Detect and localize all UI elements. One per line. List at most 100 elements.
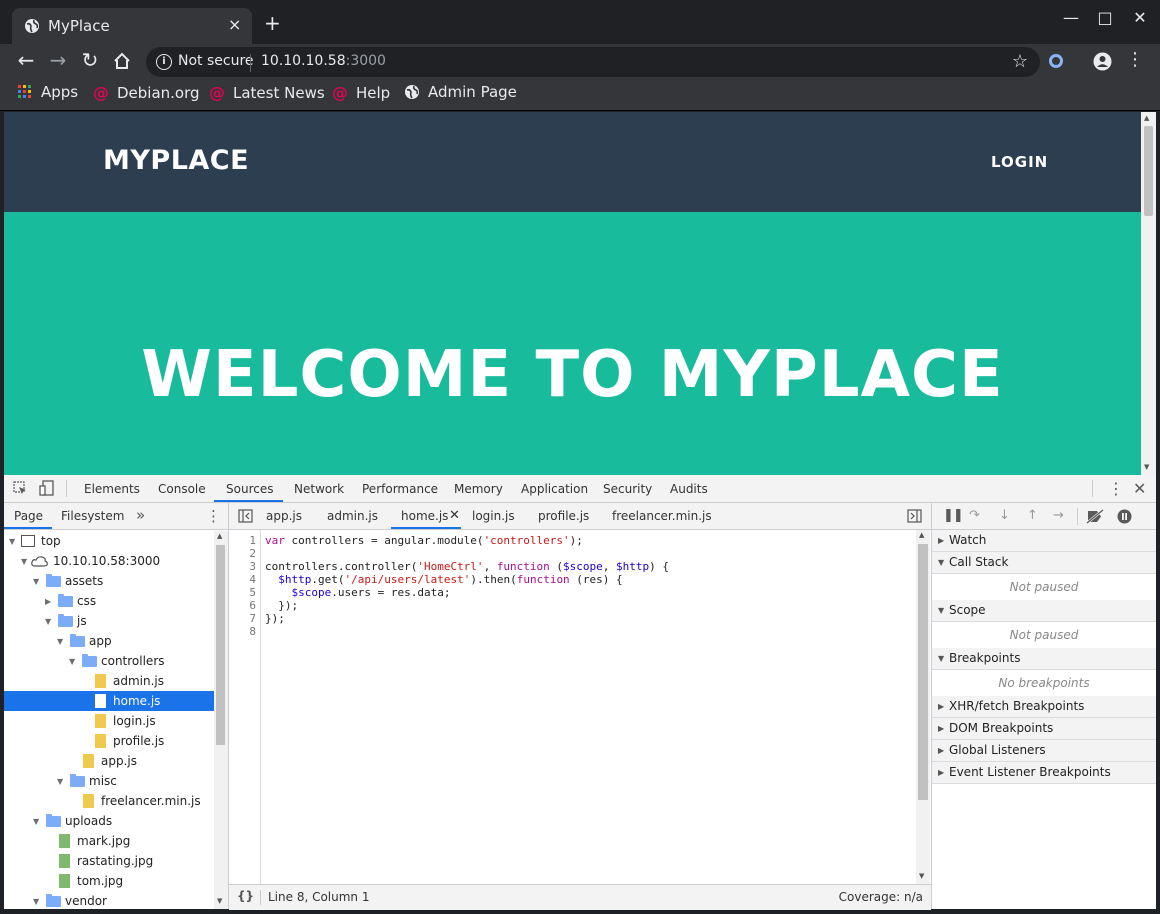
close-tab-icon[interactable]: ✕ (449, 508, 460, 523)
scroll-up-icon[interactable]: ▲ (1144, 114, 1149, 122)
tree-item-misc[interactable]: ▼ misc (4, 771, 214, 791)
bookmark-admin-page[interactable]: Admin Page (404, 83, 517, 101)
tab-security[interactable]: Security (603, 482, 652, 496)
tree-item-uploads[interactable]: ▼ uploads (4, 811, 214, 831)
bookmark-latest-news[interactable]: @ Latest News (209, 83, 325, 102)
more-tabs-icon[interactable]: » (136, 506, 145, 524)
new-tab-button[interactable]: + (264, 13, 281, 33)
step-into-icon[interactable]: ↓ (999, 508, 1010, 523)
section-breakpoints[interactable]: ▼ Breakpoints (932, 648, 1156, 670)
navigator-menu-icon[interactable]: ⋮ (206, 507, 221, 525)
close-window-icon[interactable]: ✕ (1125, 8, 1155, 27)
tab-elements[interactable]: Elements (84, 482, 140, 496)
editor-scroll-thumb[interactable] (918, 544, 928, 800)
tree-item-rastating-jpg[interactable]: rastating.jpg (4, 851, 214, 871)
editor-scrollbar[interactable]: ▲ ▼ (916, 530, 930, 884)
tree-item-assets[interactable]: ▼ assets (4, 571, 214, 591)
tree-item-vendor[interactable]: ▼ vendor (4, 891, 214, 909)
kebab-menu-icon[interactable]: ⋮ (1122, 49, 1148, 73)
scroll-down-icon[interactable]: ▼ (217, 897, 222, 905)
section-xhr-breakpoints[interactable]: ▶ XHR/fetch Breakpoints (932, 696, 1156, 718)
home-icon[interactable] (113, 52, 131, 70)
editor-tab-home-js[interactable]: home.js (401, 509, 448, 523)
tab-console[interactable]: Console (158, 482, 206, 496)
tab-audits[interactable]: Audits (670, 482, 708, 496)
step-out-icon[interactable]: ↑ (1027, 508, 1038, 523)
bookmark-debian[interactable]: @ Debian.org (93, 83, 200, 102)
profile-avatar-icon[interactable] (1093, 52, 1112, 71)
devtools-menu-icon[interactable]: ⋮ (1108, 479, 1124, 498)
editor-tab-freelancer-js[interactable]: freelancer.min.js (612, 509, 712, 523)
section-call-stack[interactable]: ▼ Call Stack (932, 552, 1156, 574)
url-text[interactable]: 10.10.10.58:3000 (261, 53, 386, 69)
scroll-up-icon[interactable]: ▲ (217, 532, 222, 540)
editor-tab-profile-js[interactable]: profile.js (538, 509, 589, 523)
extension-icon[interactable] (1047, 52, 1065, 70)
nav-tab-filesystem[interactable]: Filesystem (61, 509, 124, 523)
tab-memory[interactable]: Memory (454, 482, 503, 496)
tab-close-icon[interactable]: × (228, 15, 241, 34)
tab-performance[interactable]: Performance (362, 482, 438, 496)
inspect-element-icon[interactable] (13, 481, 28, 496)
navigator-scroll-thumb[interactable] (216, 545, 225, 745)
tree-item-mark-jpg[interactable]: mark.jpg (4, 831, 214, 851)
maximize-icon[interactable]: □ (1090, 8, 1120, 27)
page-scroll-thumb[interactable] (1144, 126, 1153, 216)
tree-item-app-js[interactable]: app.js (4, 751, 214, 771)
navigator-scrollbar[interactable]: ▲ ▼ (214, 531, 228, 909)
tree-item-login-js[interactable]: login.js (4, 711, 214, 731)
pretty-print-button[interactable]: {} (237, 889, 254, 903)
login-link[interactable]: LOGIN (991, 153, 1048, 171)
toggle-navigator-icon[interactable] (238, 509, 253, 523)
tree-item-top[interactable]: ▼ top (4, 531, 214, 551)
pause-on-exceptions-icon[interactable] (1117, 509, 1132, 524)
close-devtools-icon[interactable]: ✕ (1133, 479, 1146, 498)
active-editor-tab-indicator (391, 527, 461, 529)
device-toolbar-icon[interactable] (39, 480, 55, 496)
scroll-down-icon[interactable]: ▼ (1144, 463, 1149, 471)
tree-item-tom-jpg[interactable]: tom.jpg (4, 871, 214, 891)
tree-item-css[interactable]: ▶ css (4, 591, 214, 611)
browser-tab[interactable]: MyPlace × (12, 8, 252, 44)
address-bar[interactable]: i Not secure 10.10.10.58:3000 ☆ (146, 47, 1040, 77)
bookmark-star-icon[interactable]: ☆ (1012, 51, 1028, 72)
editor-tab-app-js[interactable]: app.js (266, 509, 302, 523)
section-dom-breakpoints[interactable]: ▶ DOM Breakpoints (932, 718, 1156, 740)
info-icon[interactable]: i (156, 54, 172, 70)
bookmark-help[interactable]: @ Help (332, 83, 390, 102)
back-icon[interactable]: ← (13, 49, 39, 73)
scroll-down-icon[interactable]: ▼ (919, 872, 924, 880)
step-over-icon[interactable]: ↷ (969, 508, 980, 523)
nav-tab-page[interactable]: Page (14, 509, 43, 523)
minimize-icon[interactable]: — (1056, 8, 1086, 27)
section-event-listener-breakpoints[interactable]: ▶ Event Listener Breakpoints (932, 762, 1156, 784)
tab-network[interactable]: Network (294, 482, 344, 496)
tree-item-profile-js[interactable]: profile.js (4, 731, 214, 751)
tree-item-controllers[interactable]: ▼ controllers (4, 651, 214, 671)
tree-item-app[interactable]: ▼ app (4, 631, 214, 651)
tree-item-admin-js[interactable]: admin.js (4, 671, 214, 691)
section-scope[interactable]: ▼ Scope (932, 600, 1156, 622)
tree-item-home-js[interactable]: home.js (4, 691, 214, 711)
deactivate-breakpoints-icon[interactable] (1086, 509, 1104, 524)
scroll-up-icon[interactable]: ▲ (919, 531, 924, 539)
tree-item-freelancer-js[interactable]: freelancer.min.js (4, 791, 214, 811)
security-indicator[interactable]: Not secure (178, 53, 254, 69)
toggle-debugger-icon[interactable] (907, 509, 922, 523)
code-area[interactable]: var controllers = angular.module('contro… (229, 530, 915, 884)
editor-tab-login-js[interactable]: login.js (472, 509, 515, 523)
tab-application[interactable]: Application (521, 482, 588, 496)
site-brand[interactable]: MYPLACE (103, 145, 249, 176)
section-global-listeners[interactable]: ▶ Global Listeners (932, 740, 1156, 762)
tab-sources[interactable]: Sources (226, 482, 273, 496)
bookmark-apps[interactable]: Apps (17, 83, 78, 101)
forward-icon[interactable]: → (45, 49, 71, 73)
tree-item-origin[interactable]: ▼ 10.10.10.58:3000 (4, 551, 214, 571)
editor-tab-admin-js[interactable]: admin.js (327, 509, 378, 523)
page-scrollbar[interactable]: ▲ ▼ (1141, 112, 1156, 475)
pause-icon[interactable]: ❚❚ (943, 508, 964, 523)
section-watch[interactable]: ▶ Watch (932, 530, 1156, 552)
tree-item-js[interactable]: ▼ js (4, 611, 214, 631)
reload-icon[interactable]: ↻ (77, 49, 103, 73)
step-icon[interactable]: → (1053, 508, 1064, 523)
